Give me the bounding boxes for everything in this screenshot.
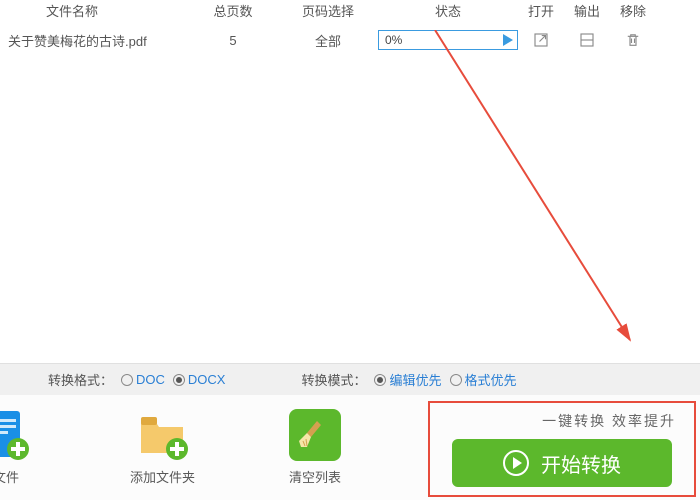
radio-docx[interactable]: DOCX [173, 372, 226, 387]
radio-icon [450, 374, 462, 386]
start-button-label: 开始转换 [541, 449, 621, 478]
radio-doc[interactable]: DOC [121, 372, 165, 387]
radio-icon [374, 374, 386, 386]
header-output: 输出 [564, 1, 610, 20]
clear-list-button[interactable]: 清空列表 [289, 409, 341, 486]
folder-add-icon [137, 409, 189, 461]
action-label: 文件 [0, 467, 19, 486]
action-bar: 文件 添加文件夹 清空列表 一键转换 效率提升 开始转换 [0, 395, 700, 500]
convert-hint: 一键转换 效率提升 [542, 411, 676, 431]
header-status: 状态 [378, 1, 518, 20]
cell-filename: 关于赞美梅花的古诗.pdf [8, 31, 188, 50]
play-icon [503, 34, 513, 46]
convert-box: 一键转换 效率提升 开始转换 [428, 401, 696, 497]
remove-button[interactable] [622, 29, 644, 51]
mode-label: 转换模式： [301, 370, 366, 389]
header-pages: 总页数 [188, 1, 278, 20]
header-select: 页码选择 [278, 1, 378, 20]
play-circle-icon [503, 450, 529, 476]
add-file-button[interactable]: 文件 [0, 409, 32, 486]
radio-icon [121, 374, 133, 386]
open-button[interactable] [530, 29, 552, 51]
radio-layout-first[interactable]: 格式优先 [450, 370, 517, 389]
header-open: 打开 [518, 1, 564, 20]
format-label: 转换格式： [48, 370, 113, 389]
open-icon [532, 31, 550, 49]
file-add-icon [0, 409, 32, 461]
output-button[interactable] [576, 29, 598, 51]
header-filename: 文件名称 [8, 1, 188, 20]
header-remove: 移除 [610, 1, 656, 20]
add-folder-button[interactable]: 添加文件夹 [130, 409, 195, 486]
cell-pages: 5 [188, 33, 278, 48]
options-bar: 转换格式： DOC DOCX 转换模式： 编辑优先 格式优先 [0, 363, 700, 395]
action-label: 添加文件夹 [130, 467, 195, 486]
table-row: 关于赞美梅花的古诗.pdf 5 全部 0% [0, 20, 700, 60]
output-icon [578, 31, 596, 49]
cell-select[interactable]: 全部 [278, 31, 378, 50]
annotation-arrow [385, 30, 645, 350]
action-label: 清空列表 [289, 467, 341, 486]
start-convert-button[interactable]: 开始转换 [452, 439, 672, 487]
progress-bar[interactable]: 0% [378, 30, 518, 50]
trash-icon [624, 31, 642, 49]
radio-icon [173, 374, 185, 386]
radio-edit-first[interactable]: 编辑优先 [374, 370, 441, 389]
progress-text: 0% [379, 33, 402, 47]
broom-icon [289, 409, 341, 461]
